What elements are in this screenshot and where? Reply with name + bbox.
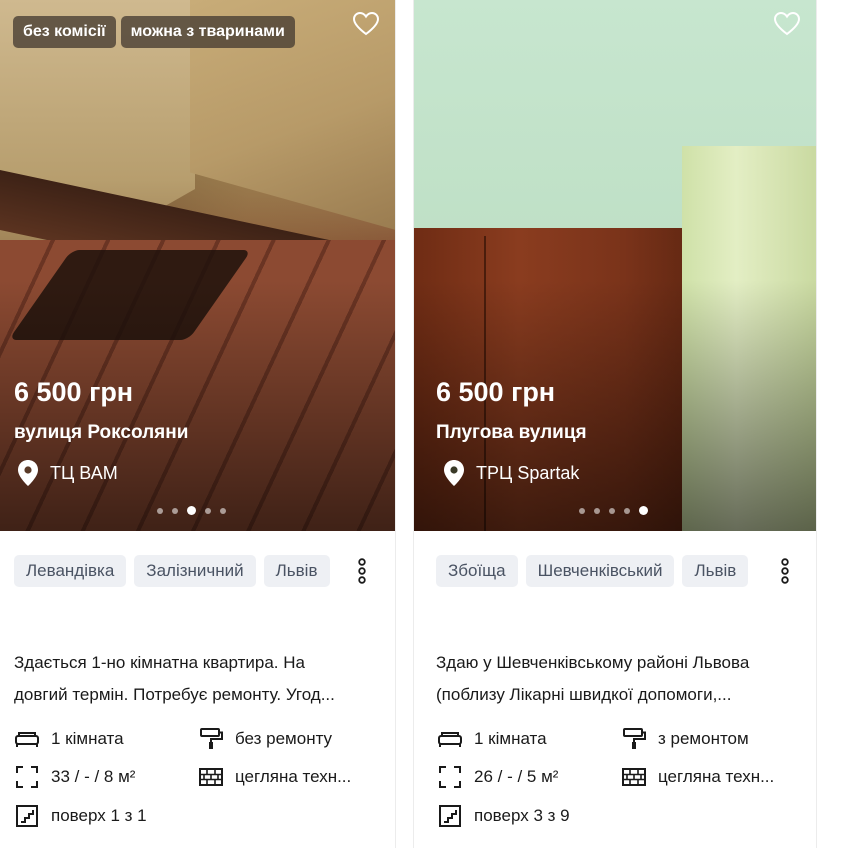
listing-photo[interactable] — [414, 0, 816, 531]
carousel-dot[interactable] — [579, 507, 585, 514]
landmark-label: ТРЦ Spartak — [476, 463, 580, 483]
vertical-dots-icon[interactable] — [357, 558, 367, 584]
listing-landmark: ТЦ ВАМ — [16, 459, 118, 487]
description-line: (поблизу Лікарні швидкої допомоги,... — [436, 685, 732, 704]
listing-description[interactable]: Здається 1-но кімнатна квартира. На довг… — [14, 647, 374, 711]
carousel-dots — [157, 506, 226, 515]
bed-icon — [15, 728, 39, 750]
carousel-dots — [579, 506, 648, 515]
carousel-dot-active[interactable] — [187, 506, 196, 515]
listing-street: Плугова вулиця — [436, 422, 587, 443]
feature-area: 33 / - / 8 м² — [15, 766, 135, 788]
feature-floor: поверх 1 з 1 — [15, 805, 147, 827]
brick-wall-icon — [199, 766, 223, 788]
tag-city[interactable]: Львів — [682, 555, 749, 587]
listing-card[interactable]: 6 500 грн Плугова вулиця ТРЦ Spartak Збо… — [413, 0, 817, 848]
carousel-dot[interactable] — [205, 507, 211, 514]
feature-building: цегляна техн... — [199, 766, 374, 788]
tag-neighborhood[interactable]: Збоїща — [436, 555, 518, 587]
listing-street: вулиця Роксоляни — [14, 422, 189, 443]
bed-icon — [438, 728, 462, 750]
stairs-icon — [438, 805, 462, 827]
feature-renovation: без ремонту — [199, 728, 332, 750]
tag-district[interactable]: Шевченківський — [525, 555, 675, 587]
map-pin-icon — [444, 460, 464, 486]
carousel-dot[interactable] — [220, 507, 226, 514]
landmark-label: ТЦ ВАМ — [50, 463, 118, 483]
stairs-icon — [15, 805, 39, 827]
map-pin-icon — [18, 460, 38, 486]
listing-price: 6 500 грн — [436, 377, 556, 407]
heart-outline-icon[interactable] — [774, 12, 800, 36]
expand-corners-icon — [438, 766, 462, 788]
paint-roller-icon — [622, 728, 646, 750]
description-line: довгий термін. Потребує ремонту. Угод... — [14, 685, 335, 704]
description-line: Здається 1-но кімнатна квартира. На — [14, 653, 305, 672]
tag-neighborhood[interactable]: Левандівка — [14, 555, 127, 587]
description-line: Здаю у Шевченківському районі Львова — [436, 653, 750, 672]
location-tags: Левандівка Залізничний Львів — [14, 555, 344, 587]
listing-description[interactable]: Здаю у Шевченківському районі Львова (по… — [436, 647, 796, 711]
feature-renovation: з ремонтом — [622, 728, 749, 750]
feature-rooms: 1 кімната — [15, 728, 124, 750]
listing-landmark: ТРЦ Spartak — [442, 459, 579, 487]
carousel-dot[interactable] — [609, 507, 615, 514]
paint-roller-icon — [199, 728, 223, 750]
feature-building: цегляна техн... — [622, 766, 797, 788]
listing-price: 6 500 грн — [14, 377, 134, 407]
carousel-dot[interactable] — [594, 507, 600, 514]
heart-outline-icon[interactable] — [353, 12, 379, 36]
carousel-dot[interactable] — [624, 507, 630, 514]
carousel-dot[interactable] — [157, 507, 163, 514]
tag-city[interactable]: Львів — [263, 555, 330, 587]
badge-pets-allowed: можна з тваринами — [120, 16, 295, 48]
expand-corners-icon — [15, 766, 39, 788]
badge-no-commission: без комісії — [13, 16, 116, 48]
feature-rooms: 1 кімната — [438, 728, 547, 750]
listing-card[interactable]: без комісії можна з тваринами 6 500 грн … — [0, 0, 396, 848]
feature-area: 26 / - / 5 м² — [438, 766, 558, 788]
tag-district[interactable]: Залізничний — [134, 555, 256, 587]
listing-photo[interactable] — [0, 0, 395, 531]
carousel-dot-active[interactable] — [639, 506, 648, 515]
feature-floor: поверх 3 з 9 — [438, 805, 570, 827]
badge-list: без комісії можна з тваринами — [13, 16, 295, 48]
vertical-dots-icon[interactable] — [780, 558, 790, 584]
location-tags: Збоїща Шевченківський Львів — [436, 555, 766, 587]
brick-wall-icon — [622, 766, 646, 788]
carousel-dot[interactable] — [172, 507, 178, 514]
